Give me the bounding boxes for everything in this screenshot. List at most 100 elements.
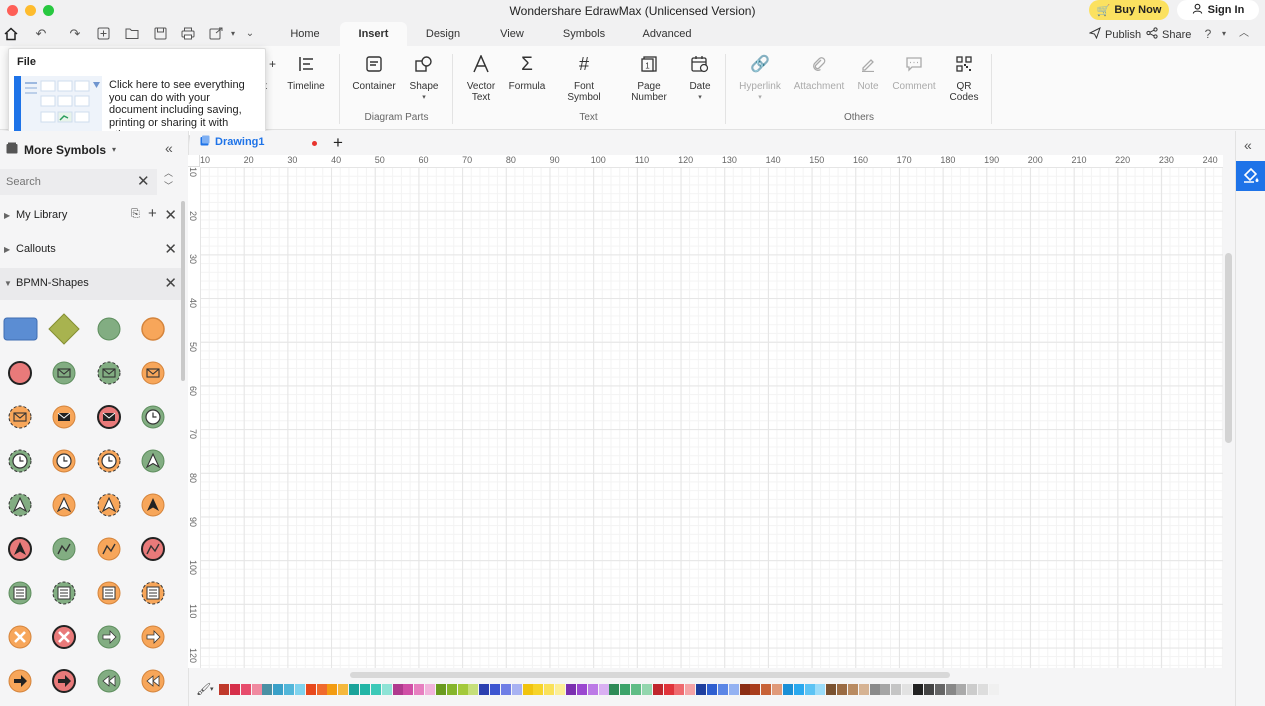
color-swatch[interactable]: [609, 683, 620, 695]
search-input[interactable]: [6, 174, 126, 190]
color-swatch[interactable]: [706, 683, 717, 695]
hyperlink-button[interactable]: 🔗 Hyperlink ▾: [735, 52, 785, 103]
font-symbol-button[interactable]: # Font Symbol: [563, 52, 605, 104]
color-swatch[interactable]: [284, 683, 295, 695]
color-swatch[interactable]: [696, 683, 707, 695]
fill-color-picker-icon[interactable]: 🖌: [196, 682, 211, 696]
color-swatch[interactable]: [988, 683, 999, 695]
note-button[interactable]: Note: [853, 52, 883, 92]
color-swatch[interactable]: [468, 683, 479, 695]
color-swatch[interactable]: [490, 683, 501, 695]
print-icon[interactable]: [181, 27, 195, 41]
library-callouts[interactable]: ▶ Callouts ✕: [0, 234, 181, 266]
add-icon[interactable]: +: [148, 205, 157, 222]
library-my-library[interactable]: ▶ My Library ⎘ + ✕: [0, 200, 181, 232]
color-swatch[interactable]: [338, 683, 349, 695]
color-swatch[interactable]: [251, 683, 262, 695]
color-swatch[interactable]: [479, 683, 490, 695]
color-swatch[interactable]: [793, 683, 804, 695]
tab-design[interactable]: Design: [419, 22, 467, 46]
color-swatch[interactable]: [349, 683, 360, 695]
more-symbols-button[interactable]: More Symbols ▾: [6, 142, 116, 157]
publish-button[interactable]: Publish: [1088, 27, 1141, 42]
collapse-ribbon-icon[interactable]: ︿: [1237, 27, 1251, 41]
customize-toolbar-icon[interactable]: ⌄: [243, 27, 257, 41]
horizontal-scrollbar[interactable]: [350, 672, 950, 678]
color-swatch[interactable]: [435, 683, 446, 695]
color-swatch[interactable]: [305, 683, 316, 695]
import-icon[interactable]: ⎘: [131, 208, 140, 221]
share-button[interactable]: Share: [1146, 27, 1191, 42]
color-swatch[interactable]: [316, 683, 327, 695]
color-swatch[interactable]: [652, 683, 663, 695]
color-swatch[interactable]: [761, 683, 772, 695]
color-swatch[interactable]: [425, 683, 436, 695]
panel-scrollbar[interactable]: [181, 201, 185, 381]
buy-now-button[interactable]: 🛒 Buy Now: [1089, 0, 1169, 20]
color-swatch[interactable]: [381, 683, 392, 695]
color-swatch[interactable]: [717, 683, 728, 695]
vertical-scrollbar[interactable]: [1225, 253, 1232, 443]
library-bpmn-shapes[interactable]: ▼ BPMN-Shapes ✕: [0, 268, 181, 300]
help-icon[interactable]: ?: [1201, 27, 1215, 41]
bpmn-shapes[interactable]: [0, 311, 181, 706]
color-swatch[interactable]: [804, 683, 815, 695]
close-library-icon[interactable]: ✕: [164, 240, 177, 258]
sign-in-button[interactable]: Sign In: [1177, 0, 1259, 20]
fill-paint-button[interactable]: [1236, 161, 1265, 191]
color-swatch[interactable]: [815, 683, 826, 695]
color-swatch[interactable]: [598, 683, 609, 695]
add-page-icon[interactable]: +: [333, 133, 343, 153]
color-swatch[interactable]: [359, 683, 370, 695]
color-swatch[interactable]: [663, 683, 674, 695]
color-swatch[interactable]: [934, 683, 945, 695]
color-swatch[interactable]: [641, 683, 652, 695]
open-folder-icon[interactable]: [125, 27, 139, 41]
color-swatch[interactable]: [566, 683, 576, 695]
color-swatch[interactable]: [511, 683, 522, 695]
expand-right-panel-icon[interactable]: «: [1244, 137, 1252, 153]
color-swatch[interactable]: [782, 683, 793, 695]
color-swatch[interactable]: [956, 683, 967, 695]
export-dropdown-icon[interactable]: ▾: [226, 27, 240, 41]
date-button[interactable]: Date ▾: [685, 52, 715, 103]
color-swatch[interactable]: [522, 683, 533, 695]
color-swatch[interactable]: [446, 683, 457, 695]
color-swatch[interactable]: [327, 683, 338, 695]
color-swatch[interactable]: [880, 683, 891, 695]
page-number-button[interactable]: 1 Page Number: [627, 52, 671, 103]
color-swatch[interactable]: [544, 683, 555, 695]
color-swatch[interactable]: [891, 683, 902, 695]
qr-codes-button[interactable]: QR Codes: [947, 52, 981, 103]
help-dropdown-icon[interactable]: ▾: [1217, 27, 1231, 41]
container-button[interactable]: Container: [349, 52, 399, 92]
color-swatch[interactable]: [631, 683, 642, 695]
color-swatch[interactable]: [869, 683, 880, 695]
collapse-panel-icon[interactable]: «: [165, 140, 173, 156]
fill-color-dropdown-icon[interactable]: ▾: [210, 685, 214, 693]
color-swatch[interactable]: [370, 683, 381, 695]
tab-view[interactable]: View: [493, 22, 531, 46]
formula-button[interactable]: Σ Formula: [507, 52, 547, 93]
color-swatch[interactable]: [294, 683, 305, 695]
redo-icon[interactable]: ↷: [68, 27, 82, 41]
clear-search-icon[interactable]: ✕: [137, 172, 150, 190]
color-swatch[interactable]: [772, 683, 783, 695]
color-swatch[interactable]: [837, 683, 848, 695]
export-icon[interactable]: [209, 27, 223, 41]
new-document-icon[interactable]: [96, 27, 110, 41]
color-swatch[interactable]: [403, 683, 414, 695]
color-swatch[interactable]: [923, 683, 934, 695]
color-swatch[interactable]: [262, 683, 273, 695]
color-swatch[interactable]: [826, 683, 837, 695]
save-icon[interactable]: [153, 27, 167, 41]
color-swatch[interactable]: [913, 683, 923, 695]
color-swatch[interactable]: [967, 683, 978, 695]
home-icon[interactable]: [4, 27, 18, 41]
color-swatch[interactable]: [858, 683, 869, 695]
tab-symbols[interactable]: Symbols: [557, 22, 611, 46]
tab-insert[interactable]: Insert: [340, 22, 407, 46]
tab-advanced[interactable]: Advanced: [638, 22, 696, 46]
color-swatch[interactable]: [240, 683, 251, 695]
color-swatch[interactable]: [847, 683, 858, 695]
